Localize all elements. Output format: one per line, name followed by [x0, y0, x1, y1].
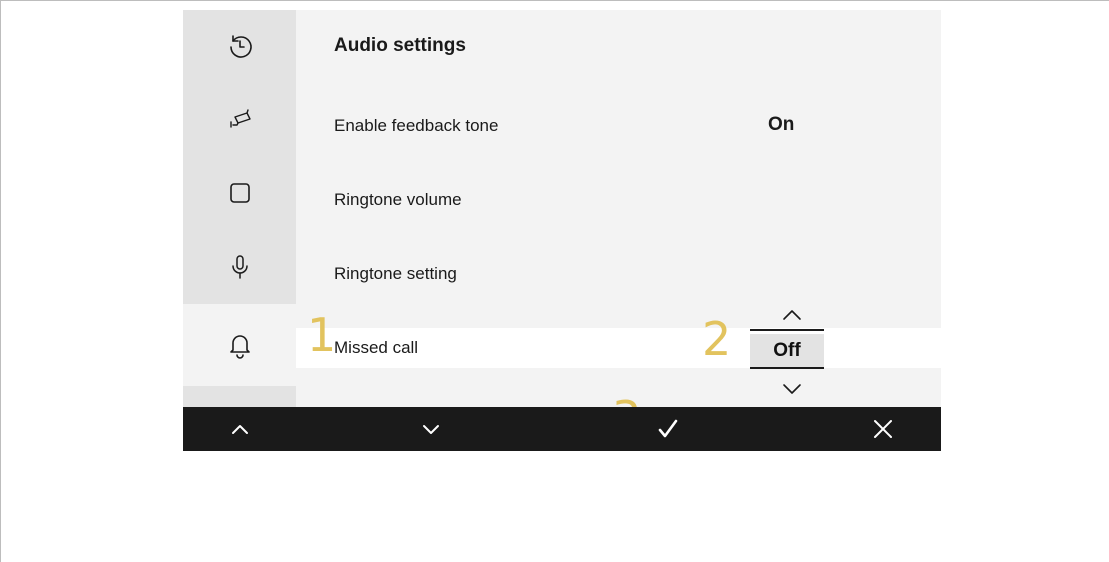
row-label: Enable feedback tone: [334, 116, 499, 135]
row-label: Missed call: [334, 338, 419, 357]
sidebar: [183, 10, 296, 407]
spinner-bottom-line: [750, 367, 824, 369]
step-marker-2: 2: [702, 312, 732, 366]
close-icon: [874, 420, 892, 438]
row-ringtone-setting[interactable]: Ringtone setting: [296, 254, 941, 294]
spinner-value: Off: [750, 334, 824, 368]
history-icon: [229, 35, 252, 58]
sidebar-item-microphone[interactable]: [183, 230, 296, 304]
sidebar-item-bell[interactable]: [183, 304, 296, 386]
bottom-bar: [183, 407, 941, 451]
step-marker-1: 1: [307, 308, 337, 362]
row-label: Ringtone volume: [334, 190, 462, 209]
frame-top-border: [0, 0, 1109, 1]
sidebar-item-history[interactable]: [183, 10, 296, 82]
scroll-up-button[interactable]: [223, 407, 257, 451]
device-screen: Audio settings Enable feedback tone On R…: [183, 10, 941, 451]
confirm-button[interactable]: [651, 407, 685, 451]
spinner-up-icon[interactable]: [777, 307, 807, 323]
sidebar-item-square[interactable]: [183, 156, 296, 230]
camera-icon: [229, 109, 251, 128]
cancel-button[interactable]: [866, 407, 900, 451]
row-label: Ringtone setting: [334, 264, 457, 283]
settings-panel: Audio settings Enable feedback tone On R…: [296, 10, 941, 407]
chevron-up-icon: [232, 425, 248, 434]
checkmark-icon: [658, 419, 678, 438]
frame-left-border: [0, 0, 1, 562]
row-ringtone-volume[interactable]: Ringtone volume: [296, 180, 941, 220]
spinner-down-icon[interactable]: [777, 381, 807, 397]
bell-icon: [229, 335, 250, 359]
scroll-down-button[interactable]: [414, 407, 448, 451]
square-icon: [229, 183, 250, 203]
row-missed-call[interactable]: Missed call: [296, 328, 941, 368]
row-value: On: [768, 114, 795, 135]
spinner-top-line: [750, 329, 824, 331]
page-title: Audio settings: [334, 35, 466, 56]
microphone-icon: [231, 255, 248, 279]
sidebar-item-camera[interactable]: [183, 82, 296, 156]
row-feedback-tone[interactable]: Enable feedback tone On: [296, 106, 941, 146]
chevron-down-icon: [423, 425, 439, 434]
